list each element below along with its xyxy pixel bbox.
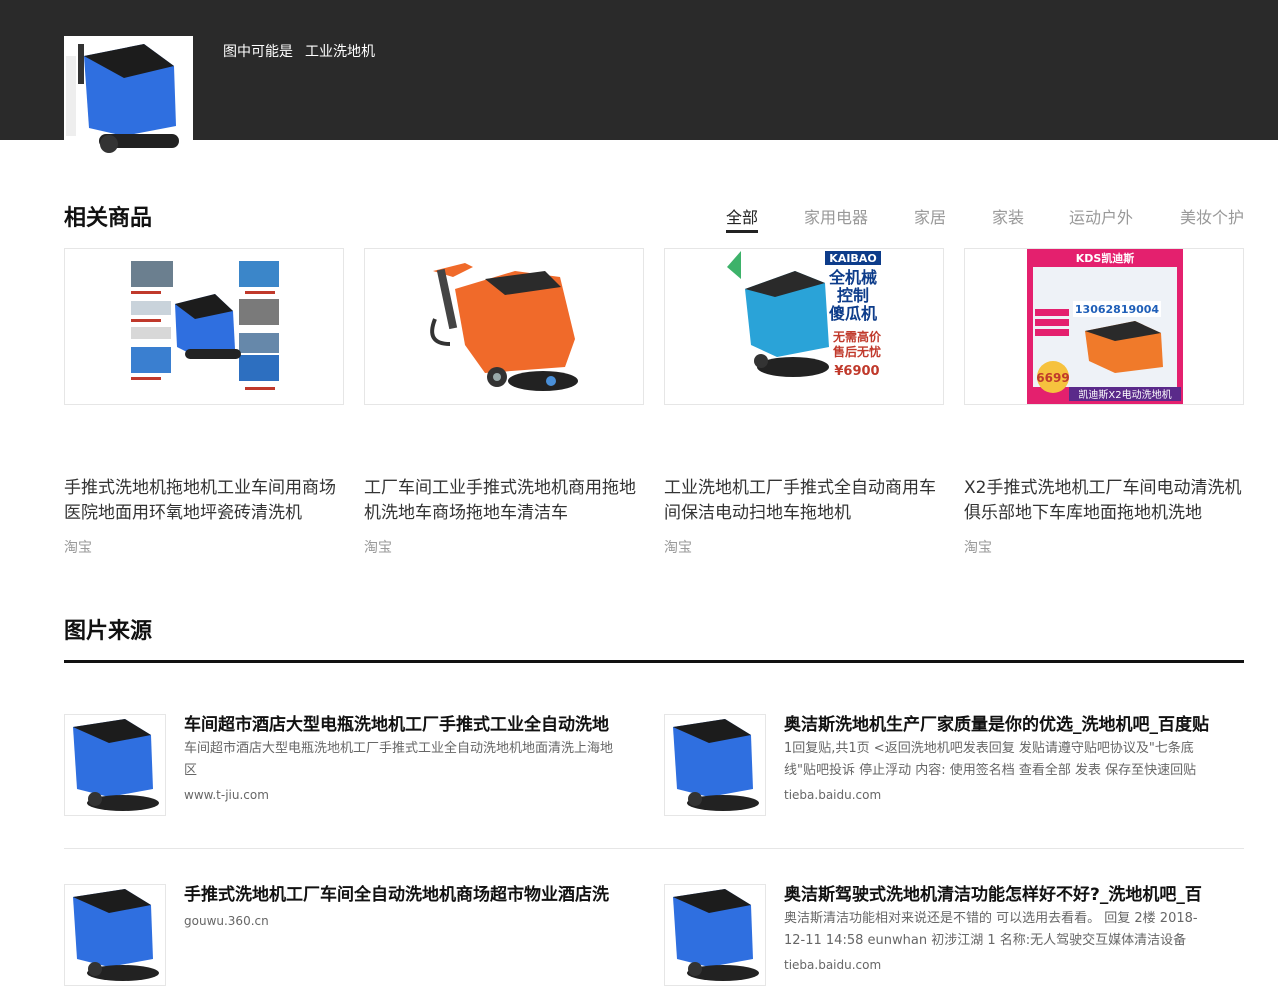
overlay-line-3: 傻瓜机 — [829, 304, 877, 323]
overlay-phone: 13062819004 — [1075, 303, 1160, 316]
source-title[interactable]: 手推式洗地机工厂车间全自动洗地机商场超市物业酒店洗 — [184, 880, 624, 905]
source-title[interactable]: 车间超市酒店大型电瓶洗地机工厂手推式工业全自动洗地 — [184, 710, 624, 735]
row-divider — [64, 848, 1244, 849]
tab-sports-outdoor[interactable]: 运动户外 — [1069, 204, 1133, 228]
product-source: 淘宝 — [364, 540, 392, 556]
product-source: 淘宝 — [664, 540, 692, 556]
tab-home-appliances[interactable]: 家用电器 — [804, 204, 868, 228]
overlay-brand: KDS凯迪斯 — [1076, 251, 1135, 265]
overlay-brand: KAIBAO — [829, 252, 876, 265]
overlay-slogan-2: 售后无忧 — [833, 344, 881, 359]
source-url[interactable]: tieba.baidu.com — [784, 788, 881, 802]
source-thumbnail[interactable] — [664, 884, 766, 986]
source-description: 1回复贴,共1页 <返回洗地机吧发表回复 发贴请遵守贴吧协议及"七条底线"贴吧投… — [784, 741, 1197, 778]
product-title[interactable]: 工厂车间工业手推式洗地机商用拖地机洗地车商场拖地车清洁车 — [364, 476, 644, 526]
image-sources-title: 图片来源 — [64, 619, 153, 644]
tab-home-decor[interactable]: 家装 — [992, 204, 1024, 228]
source-item[interactable]: 奥洁斯洗地机生产厂家质量是你的优选_洗地机吧_百度贴 1回复贴,共1页 <返回洗… — [664, 714, 1224, 824]
source-description: 奥洁斯清洁功能相对来说还是不错的 可以选用去看看。 回复 2楼 2018-12-… — [784, 911, 1198, 948]
source-item[interactable]: 手推式洗地机工厂车间全自动洗地机商场超市物业酒店洗 gouwu.360.cn — [64, 884, 624, 994]
product-image[interactable] — [64, 248, 344, 405]
query-label[interactable]: 工业洗地机 — [305, 44, 375, 60]
source-description: 车间超市酒店大型电瓶洗地机工厂手推式工业全自动洗地机地面清洗上海地区 — [184, 741, 614, 778]
section-rule — [64, 660, 1244, 663]
overlay-line-1: 全机械 — [828, 268, 877, 287]
category-tabs: 全部 家用电器 家居 家装 运动户外 美妆个护 — [726, 204, 1246, 234]
source-url[interactable]: www.t-jiu.com — [184, 788, 269, 802]
product-image[interactable]: KAIBAO 全机械 控制 傻瓜机 无需高价 售后无忧 ¥6900 — [664, 248, 944, 405]
source-thumbnail[interactable] — [664, 714, 766, 816]
overlay-slogan-1: 无需高价 — [832, 329, 882, 344]
product-card[interactable]: KAIBAO 全机械 控制 傻瓜机 无需高价 售后无忧 ¥6900 工业洗地机工… — [664, 248, 944, 568]
query-caption: 图中可能是 工业洗地机 — [223, 41, 375, 61]
tab-all[interactable]: 全部 — [726, 204, 759, 233]
product-image[interactable]: KDS凯迪斯 13062819004 6699 凯迪斯X2电动洗地机 — [964, 248, 1244, 405]
product-source: 淘宝 — [964, 540, 992, 556]
product-card[interactable]: 工厂车间工业手推式洗地机商用拖地机洗地车商场拖地车清洁车 淘宝 — [364, 248, 644, 568]
source-url[interactable]: gouwu.360.cn — [184, 914, 269, 928]
product-source: 淘宝 — [64, 540, 92, 556]
product-image[interactable] — [364, 248, 644, 405]
query-prefix: 图中可能是 — [223, 44, 293, 60]
product-card[interactable]: KDS凯迪斯 13062819004 6699 凯迪斯X2电动洗地机 X2手推式… — [964, 248, 1244, 568]
product-card[interactable]: 手推式洗地机拖地机工业车间用商场医院地面用环氧地坪瓷砖清洗机 淘宝 — [64, 248, 344, 568]
source-thumbnail[interactable] — [64, 884, 166, 986]
source-item[interactable]: 车间超市酒店大型电瓶洗地机工厂手推式工业全自动洗地 车间超市酒店大型电瓶洗地机工… — [64, 714, 624, 824]
tab-beauty-care[interactable]: 美妆个护 — [1180, 204, 1244, 228]
related-products-title: 相关商品 — [64, 206, 153, 231]
tab-home-furnishing[interactable]: 家居 — [914, 204, 946, 228]
source-item[interactable]: 奥洁斯驾驶式洗地机清洁功能怎样好不好?_洗地机吧_百 奥洁斯清洁功能相对来说还是… — [664, 884, 1224, 994]
overlay-price: ¥6900 — [834, 364, 879, 379]
query-image[interactable] — [64, 36, 193, 165]
source-title[interactable]: 奥洁斯洗地机生产厂家质量是你的优选_洗地机吧_百度贴 — [784, 710, 1224, 735]
source-title[interactable]: 奥洁斯驾驶式洗地机清洁功能怎样好不好?_洗地机吧_百 — [784, 880, 1224, 905]
source-thumbnail[interactable] — [64, 714, 166, 816]
overlay-price: 6699 — [1036, 371, 1069, 385]
source-url[interactable]: tieba.baidu.com — [784, 958, 881, 972]
overlay-line-2: 控制 — [837, 286, 869, 305]
product-title[interactable]: X2手推式洗地机工厂车间电动清洗机俱乐部地下车库地面拖地机洗地 — [964, 476, 1244, 526]
product-title[interactable]: 工业洗地机工厂手推式全自动商用车间保洁电动扫地车拖地机 — [664, 476, 944, 526]
overlay-footer: 凯迪斯X2电动洗地机 — [1078, 388, 1171, 401]
product-title[interactable]: 手推式洗地机拖地机工业车间用商场医院地面用环氧地坪瓷砖清洗机 — [64, 476, 344, 526]
